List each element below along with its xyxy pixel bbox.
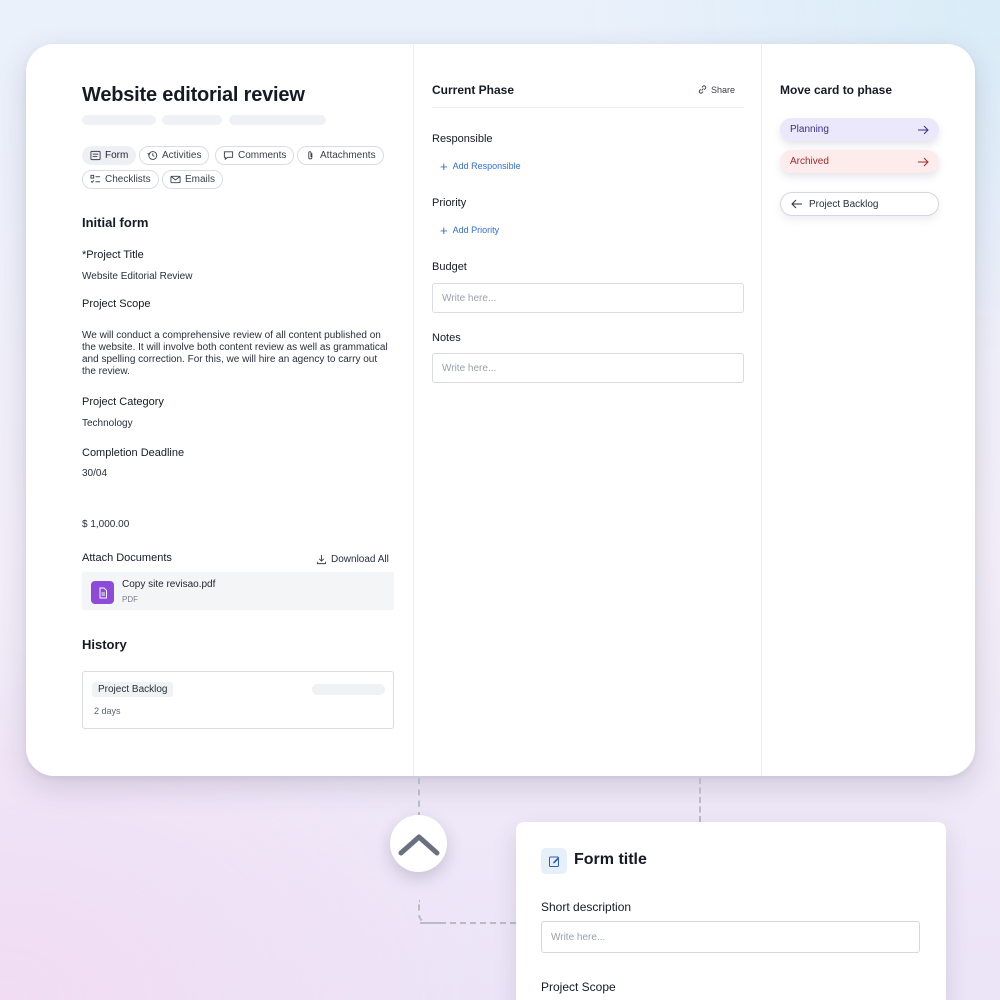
placeholder-bar	[82, 115, 156, 125]
tab-label: Emails	[185, 174, 216, 185]
connector-line	[420, 922, 516, 924]
tab-label: Checklists	[105, 174, 151, 185]
notes-label: Notes	[432, 332, 461, 344]
history-icon	[147, 151, 158, 160]
history-phase-tag: Project Backlog	[92, 682, 174, 697]
project-scope-label: Project Scope	[82, 298, 151, 310]
plus-icon: +	[440, 222, 448, 238]
current-phase-title: Current Phase	[432, 83, 515, 97]
paperclip-icon	[308, 151, 313, 160]
add-priority-button[interactable]: + Add Priority	[440, 222, 500, 238]
file-type: PDF	[122, 595, 138, 604]
notes-input[interactable]: Write here...	[432, 353, 744, 383]
connector-line	[699, 778, 701, 822]
project-title-value: Website Editorial Review	[82, 271, 193, 282]
project-scope-label: Project Scope	[541, 980, 616, 994]
budget-label: Budget	[432, 261, 467, 273]
completion-deadline-value: 30/04	[82, 468, 108, 479]
priority-label: Priority	[432, 197, 467, 209]
form-builder-card: Form title Short description Write here.…	[516, 822, 946, 1000]
plus-icon: +	[440, 158, 448, 174]
placeholder-bar	[312, 684, 385, 695]
current-phase-column: Current Phase Share Responsible + Add Re…	[413, 44, 761, 776]
completion-deadline-label: Completion Deadline	[82, 447, 185, 459]
form-title: Form title	[574, 851, 647, 868]
history-entry: Project Backlog 2 days	[82, 671, 394, 729]
budget-value: $ 1,000.00	[82, 519, 130, 530]
placeholder-bar	[162, 115, 222, 125]
short-description-label: Short description	[541, 900, 632, 914]
chevron-up-icon	[398, 834, 439, 855]
collapse-up-button[interactable]	[390, 815, 447, 872]
comment-icon	[223, 151, 234, 161]
tab-label: Comments	[238, 150, 287, 161]
move-card-column: Move card to phase Planning Archived Pro…	[761, 44, 975, 776]
tab-comments[interactable]: Comments	[215, 146, 295, 165]
backlog-label: Project Backlog	[809, 198, 879, 210]
history-title: History	[82, 637, 127, 652]
move-back-to-backlog-button[interactable]: Project Backlog	[780, 192, 939, 216]
attachment-file[interactable]: Copy site revisao.pdf PDF	[82, 572, 394, 610]
divider	[432, 107, 744, 108]
download-all-button[interactable]: Download All	[316, 554, 389, 565]
project-scope-value: We will conduct a comprehensive review o…	[82, 330, 388, 377]
card-form-column: Website editorial review Form Activities…	[26, 44, 413, 776]
share-button[interactable]: Share	[697, 84, 735, 95]
project-category-value: Technology	[82, 418, 133, 429]
tab-label: Form	[105, 150, 129, 161]
project-title-label: *Project Title	[82, 249, 144, 261]
document-icon	[91, 581, 114, 604]
history-time: 2 days	[94, 706, 121, 716]
tab-activities[interactable]: Activities	[139, 146, 210, 165]
tab-checklists[interactable]: Checklists	[82, 170, 159, 189]
budget-placeholder: Write here...	[442, 292, 497, 304]
placeholder-bar	[229, 115, 326, 125]
archived-label: Archived	[790, 156, 829, 167]
attach-documents-label: Attach Documents	[82, 552, 172, 564]
tab-label: Attachments	[320, 150, 376, 161]
short-description-placeholder: Write here...	[551, 931, 606, 943]
card-title: Website editorial review	[82, 84, 305, 106]
tab-attachments[interactable]: Attachments	[297, 146, 384, 165]
planning-label: Planning	[790, 124, 829, 135]
mail-icon	[170, 175, 181, 184]
project-category-label: Project Category	[82, 396, 164, 408]
responsible-label: Responsible	[432, 133, 493, 145]
tab-emails[interactable]: Emails	[162, 170, 224, 189]
short-description-input[interactable]: Write here...	[541, 921, 920, 953]
card-detail-panel: Website editorial review Form Activities…	[26, 44, 975, 776]
move-card-title: Move card to phase	[780, 83, 893, 97]
form-icon	[90, 150, 101, 161]
budget-input[interactable]: Write here...	[432, 283, 744, 313]
arrow-right-icon	[918, 157, 929, 166]
arrow-right-icon	[918, 125, 929, 134]
add-priority-label: Add Priority	[452, 225, 500, 235]
move-to-planning-button[interactable]: Planning	[780, 118, 939, 141]
tab-form[interactable]: Form	[82, 146, 137, 165]
link-icon	[698, 85, 707, 94]
file-name: Copy site revisao.pdf	[122, 579, 216, 590]
add-responsible-label: Add Responsible	[452, 161, 521, 171]
download-icon	[316, 554, 327, 565]
notes-placeholder: Write here...	[442, 362, 497, 374]
section-title: Initial form	[82, 215, 149, 230]
move-to-archived-button[interactable]: Archived	[780, 150, 939, 173]
connector-line	[418, 900, 440, 924]
download-all-label: Download All	[331, 554, 389, 565]
share-label: Share	[711, 84, 736, 95]
connector-line	[418, 778, 420, 818]
tab-label: Activities	[162, 150, 202, 161]
arrow-left-icon	[791, 199, 802, 209]
add-responsible-button[interactable]: + Add Responsible	[440, 158, 521, 174]
edit-icon	[541, 848, 567, 874]
checklist-icon	[90, 174, 101, 184]
